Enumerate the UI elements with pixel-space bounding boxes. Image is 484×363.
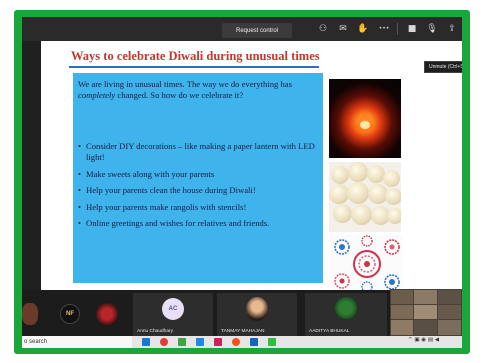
bullet-item: Help your parents clean the house during…	[78, 185, 318, 196]
app-icon[interactable]	[268, 338, 276, 346]
bullet-item: Make sweets along with your parents	[78, 169, 318, 180]
title-underline	[69, 66, 319, 68]
participant-name: AADITYA BHUKAL	[309, 329, 350, 334]
chat-icon[interactable]: ✉	[337, 23, 349, 35]
slide-intro-text: We are living in unusual times. The way …	[78, 79, 292, 100]
participant-tile[interactable]: AC Annu Chaudhary	[133, 293, 213, 337]
request-control-button[interactable]: Request control	[222, 23, 292, 38]
raise-hand-icon[interactable]: ✋	[357, 23, 369, 35]
bullet-item: Help your parents make rangolis with ste…	[78, 202, 318, 213]
participant-tile[interactable]: AADITYA BHUKAL	[305, 293, 387, 337]
sky-lantern-image	[329, 79, 401, 158]
taskbar-search-box[interactable]: o search	[22, 336, 132, 348]
unmute-tooltip: Unmute (Ctrl+Shift+	[424, 61, 462, 73]
share-screen-icon[interactable]: ⇪	[446, 23, 458, 35]
participant-avatar[interactable]	[96, 303, 118, 325]
file-explorer-icon[interactable]	[142, 338, 150, 346]
more-options-icon[interactable]: •••	[378, 23, 390, 35]
participant-avatar	[335, 297, 357, 319]
microphone-muted-icon[interactable]: 🎙	[426, 23, 438, 35]
system-tray[interactable]: ^ ▣ ◉ ▤ ◀	[408, 337, 439, 343]
shared-slide: Ways to celebrate Diwali during unusual …	[41, 41, 462, 313]
teams-meeting-window: Request control ⚇ ✉ ✋ ••• ■ 🎙 ⇪ Ways to …	[22, 17, 462, 348]
participant-name: Annu Chaudhary	[137, 329, 174, 334]
slide-bullet-list: Consider DIY decorations – like making a…	[78, 141, 318, 235]
excel-icon[interactable]	[178, 338, 186, 346]
word-icon[interactable]	[196, 338, 204, 346]
bullet-item: Consider DIY decorations – like making a…	[78, 141, 318, 163]
slide-text-box: We are living in unusual times. The way …	[73, 73, 323, 283]
participant-name: TANMAY MAHAJAN	[221, 329, 265, 334]
app-icon[interactable]	[214, 338, 222, 346]
participant-tile[interactable]: TANMAY MAHAJAN	[217, 293, 297, 337]
rangoli-stencil-image	[331, 235, 403, 295]
chrome-icon[interactable]	[160, 338, 168, 346]
windows-taskbar: o search ^ ▣ ◉ ▤ ◀	[22, 336, 462, 348]
sweets-laddoo-image	[329, 162, 401, 232]
participant-avatar[interactable]	[22, 303, 38, 325]
participant-avatar[interactable]: NF	[60, 304, 80, 324]
gallery-video-grid[interactable]	[390, 289, 462, 336]
toolbar-divider	[397, 23, 398, 35]
app-icon[interactable]	[250, 338, 258, 346]
participants-icon[interactable]: ⚇	[317, 23, 329, 35]
bullet-item: Online greetings and wishes for relative…	[78, 218, 318, 229]
app-icon[interactable]	[232, 338, 240, 346]
meeting-toolbar: Request control ⚇ ✉ ✋ ••• ■ 🎙 ⇪	[22, 17, 462, 41]
slide-title: Ways to celebrate Diwali during unusual …	[71, 49, 320, 63]
camera-icon[interactable]: ■	[406, 23, 418, 35]
participant-photo	[246, 297, 268, 321]
avatar: AC	[162, 298, 184, 320]
